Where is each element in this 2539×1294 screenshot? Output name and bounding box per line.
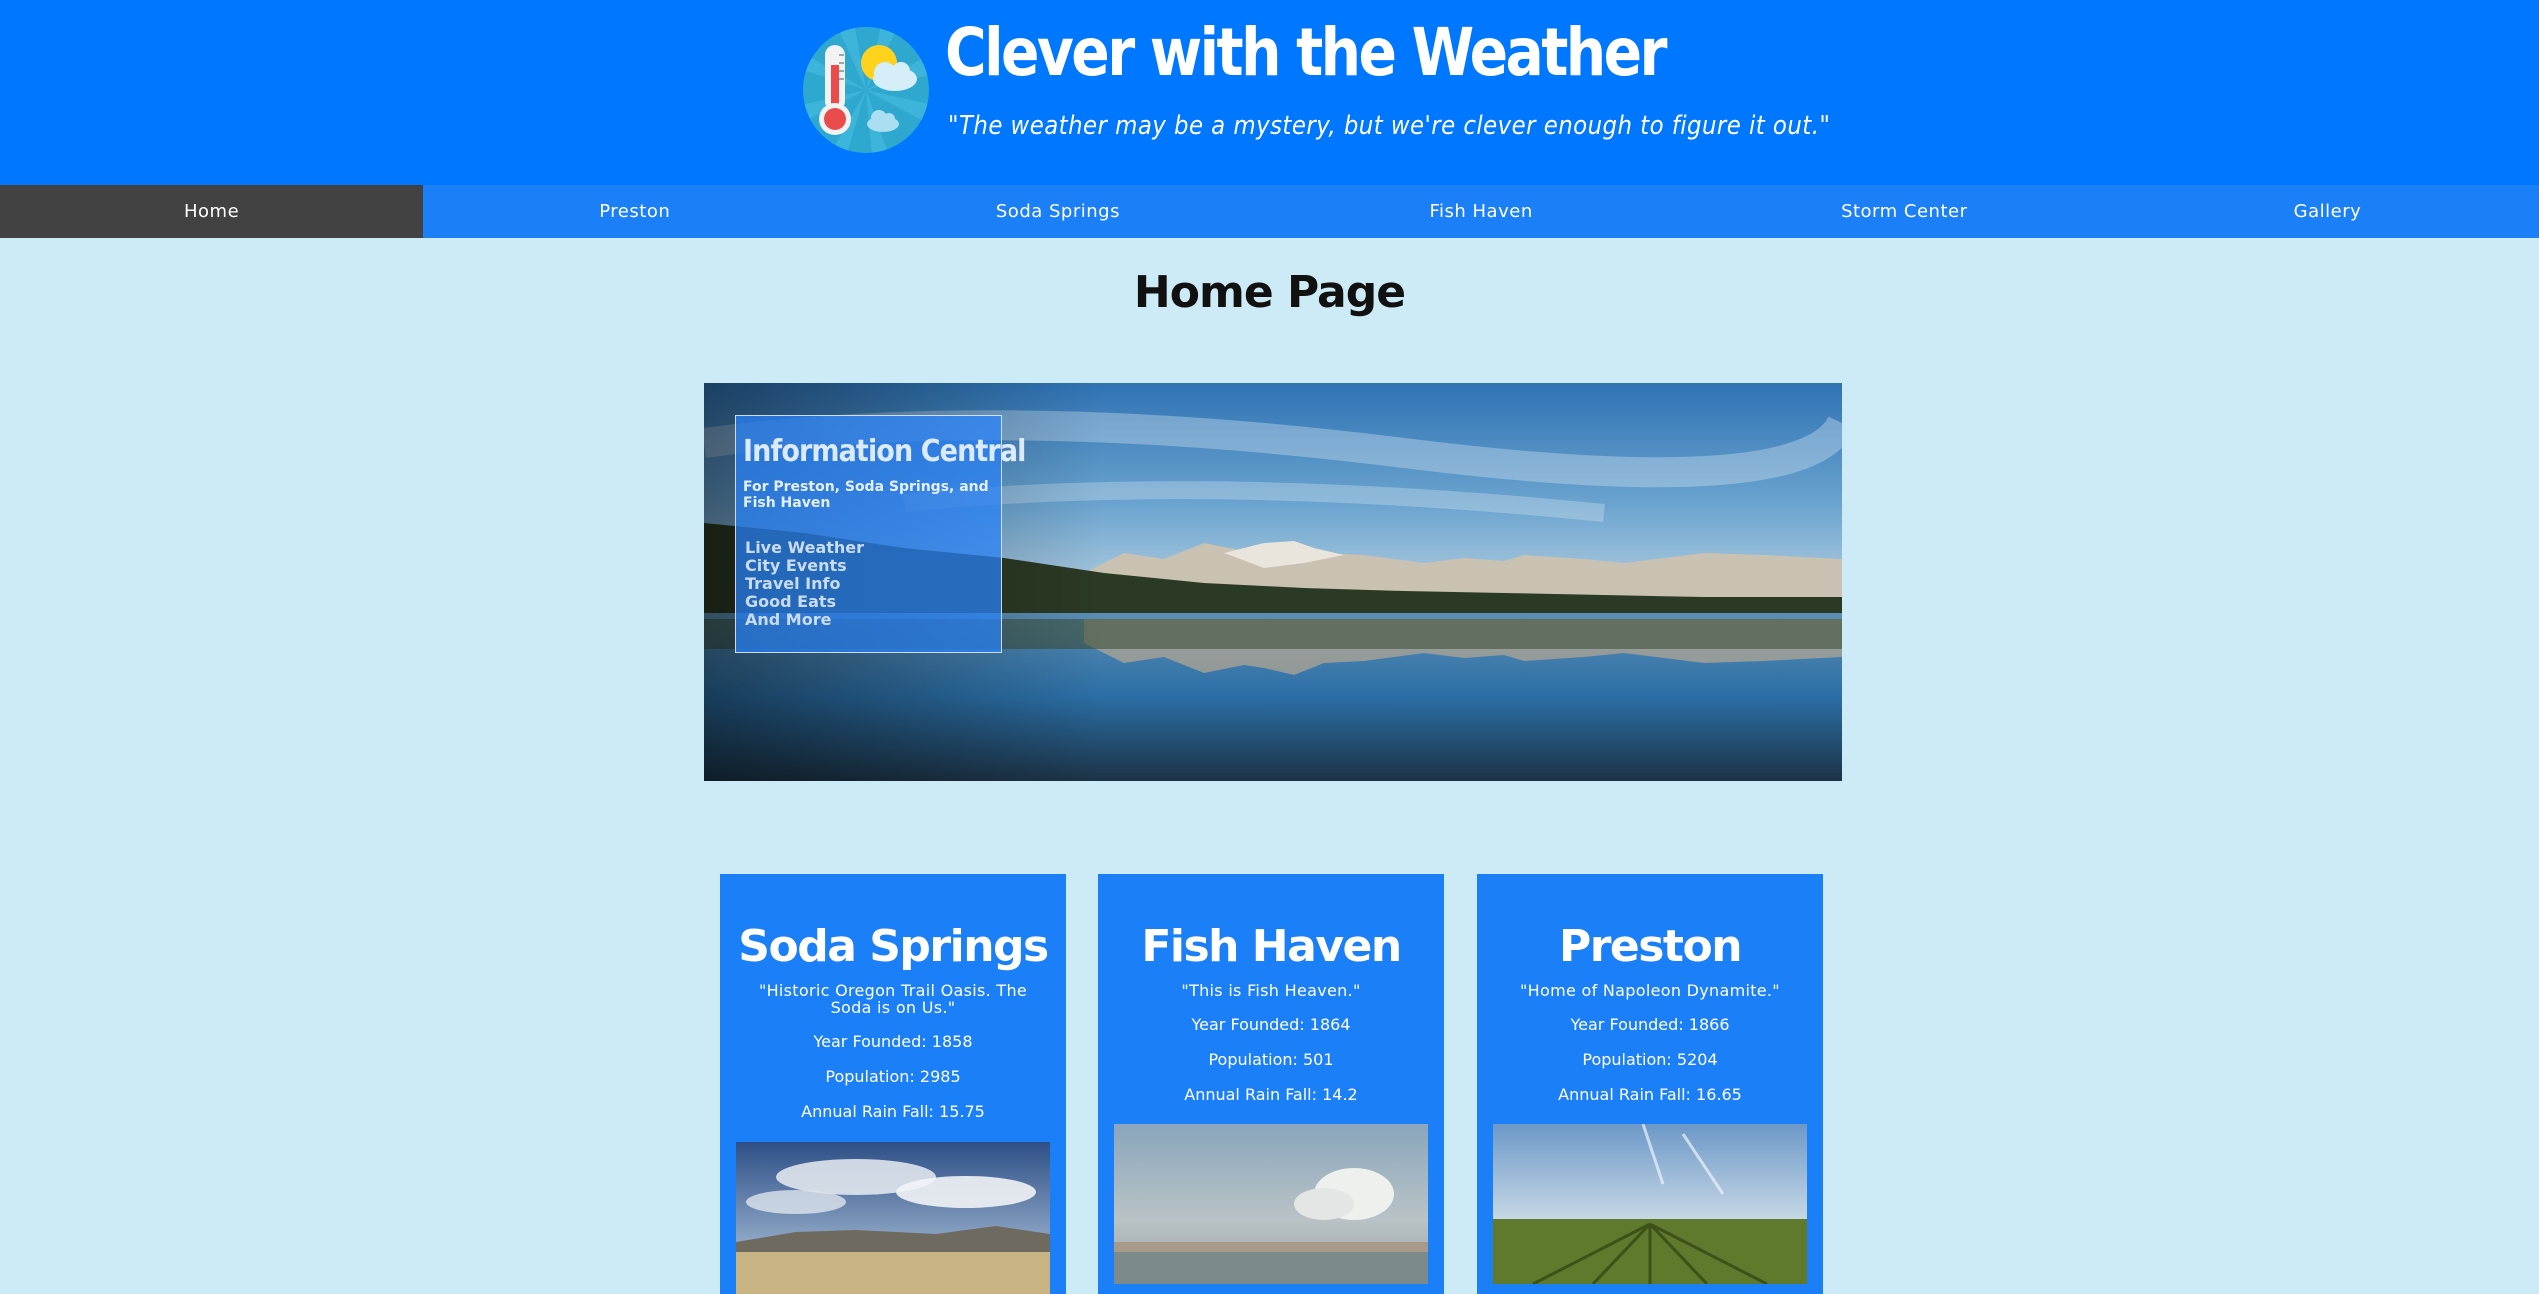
card-title: Preston — [1558, 921, 1743, 972]
card-image — [1114, 1124, 1428, 1284]
site-title: Clever with the Weather — [945, 14, 1668, 91]
nav-item-preston[interactable]: Preston — [423, 185, 846, 238]
info-link-live-weather[interactable]: Live Weather — [745, 539, 995, 557]
info-title: Information Central — [743, 434, 1026, 469]
info-links: Live Weather City Events Travel Info Goo… — [745, 539, 995, 629]
site-tagline: "The weather may be a mystery, but we're… — [948, 111, 1831, 141]
info-link-and-more[interactable]: And More — [745, 611, 995, 629]
card-year-founded: Year Founded: 1864 — [1191, 1015, 1351, 1034]
info-link-travel-info[interactable]: Travel Info — [745, 575, 995, 593]
card-quote: "Home of Napoleon Dynamite." — [1520, 981, 1780, 1000]
card-population: Population: 5204 — [1582, 1050, 1718, 1069]
site-header: Clever with the Weather "The weather may… — [0, 0, 2539, 185]
card-quote: "Historic Oregon Trail Oasis. The Soda i… — [758, 981, 1028, 1017]
card-image — [1493, 1124, 1807, 1284]
info-subtitle: For Preston, Soda Springs, and Fish Have… — [743, 479, 989, 511]
city-card-preston: Preston "Home of Napoleon Dynamite." Yea… — [1477, 874, 1823, 1294]
city-card-soda-springs: Soda Springs "Historic Oregon Trail Oasi… — [720, 874, 1066, 1294]
nav-item-soda-springs[interactable]: Soda Springs — [846, 185, 1269, 238]
soda-springs-photo — [736, 1142, 1050, 1294]
card-image — [736, 1142, 1050, 1294]
card-quote: "This is Fish Heaven." — [1181, 981, 1361, 1000]
thermometer-sun-cloud-icon — [803, 27, 929, 153]
city-card-fish-haven: Fish Haven "This is Fish Heaven." Year F… — [1098, 874, 1444, 1294]
card-title: Soda Springs — [738, 921, 1049, 972]
card-rainfall: Annual Rain Fall: 16.65 — [1558, 1085, 1742, 1104]
card-population: Population: 501 — [1208, 1050, 1334, 1069]
info-link-good-eats[interactable]: Good Eats — [745, 593, 995, 611]
nav-item-home[interactable]: Home — [0, 185, 424, 238]
card-title: Fish Haven — [1141, 921, 1402, 972]
card-rainfall: Annual Rain Fall: 15.75 — [801, 1102, 985, 1121]
hero-banner: Information Central For Preston, Soda Sp… — [704, 383, 1842, 781]
main-nav: Home Preston Soda Springs Fish Haven Sto… — [0, 185, 2539, 238]
card-rainfall: Annual Rain Fall: 14.2 — [1184, 1085, 1358, 1104]
nav-item-storm-center[interactable]: Storm Center — [1693, 185, 2116, 238]
card-year-founded: Year Founded: 1858 — [813, 1032, 973, 1051]
info-central-box: Information Central For Preston, Soda Sp… — [735, 415, 1026, 653]
nav-item-fish-haven[interactable]: Fish Haven — [1270, 185, 1693, 238]
info-link-city-events[interactable]: City Events — [745, 557, 995, 575]
preston-photo — [1493, 1124, 1807, 1284]
card-population: Population: 2985 — [825, 1067, 961, 1086]
fish-haven-photo — [1114, 1124, 1428, 1284]
nav-item-gallery[interactable]: Gallery — [2116, 185, 2539, 238]
page-title: Home Page — [1133, 267, 1406, 318]
card-year-founded: Year Founded: 1866 — [1570, 1015, 1730, 1034]
